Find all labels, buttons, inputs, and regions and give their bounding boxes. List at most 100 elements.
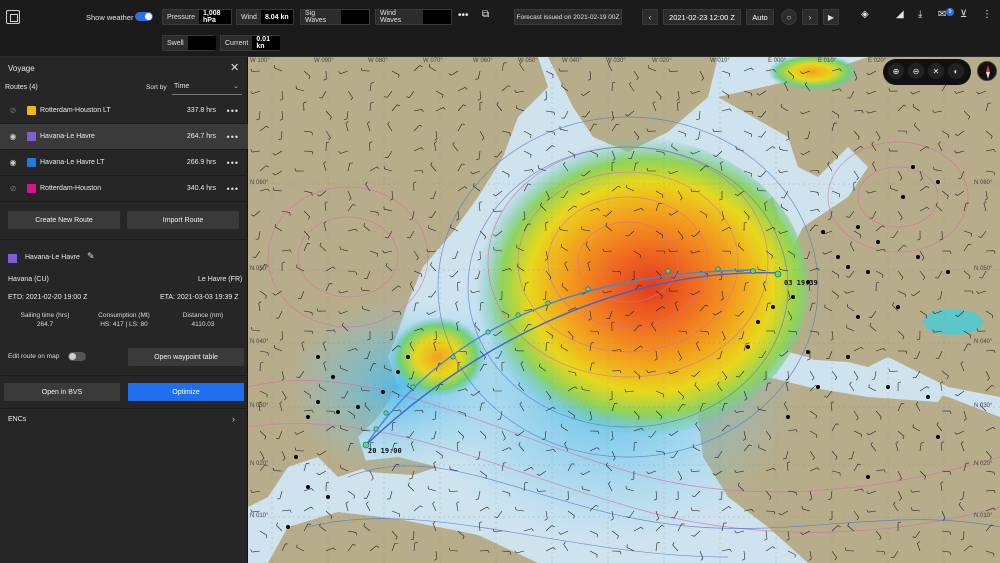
measure-icon[interactable]: ✕ bbox=[928, 63, 944, 79]
route-hours: 264.7 hrs bbox=[186, 133, 216, 140]
port-marker[interactable] bbox=[396, 370, 400, 374]
port-marker[interactable] bbox=[786, 415, 790, 419]
compass-icon[interactable] bbox=[977, 61, 997, 81]
port-marker[interactable] bbox=[901, 195, 905, 199]
more-horizontal-icon[interactable]: ••• bbox=[227, 158, 239, 168]
more-horizontal-icon[interactable]: ••• bbox=[227, 106, 239, 116]
sort-by-select[interactable]: Time ⌄ bbox=[172, 81, 242, 95]
prev-time-button[interactable]: ‹ bbox=[642, 9, 658, 25]
port-marker[interactable] bbox=[306, 485, 310, 489]
port-marker[interactable] bbox=[816, 385, 820, 389]
wind-waves-readout[interactable]: Wind Waves bbox=[375, 9, 452, 25]
port-marker[interactable] bbox=[756, 320, 760, 324]
weather-map[interactable]: 20 19:00 03 19:39 W 100° W 090° W 080° W… bbox=[248, 57, 1000, 563]
zoom-out-icon[interactable]: ⊖ bbox=[908, 63, 924, 79]
globe-icon[interactable]: ◐ bbox=[948, 63, 964, 79]
port-marker[interactable] bbox=[936, 180, 940, 184]
more-horizontal-icon[interactable]: ••• bbox=[458, 10, 469, 21]
swell-readout[interactable]: Swell bbox=[162, 35, 216, 51]
port-marker[interactable] bbox=[866, 270, 870, 274]
port-marker[interactable] bbox=[896, 305, 900, 309]
eye-icon[interactable]: ◉ bbox=[7, 132, 19, 141]
app-logo-icon[interactable] bbox=[6, 10, 20, 24]
chevron-right-icon[interactable]: › bbox=[232, 414, 235, 424]
port-marker[interactable] bbox=[771, 305, 775, 309]
port-marker[interactable] bbox=[316, 400, 320, 404]
eye-off-icon[interactable]: ⊘ bbox=[7, 106, 19, 115]
layers-icon[interactable]: ◈ bbox=[861, 9, 869, 20]
download-icon[interactable]: ⤓ bbox=[918, 9, 922, 20]
sig-waves-readout[interactable]: Sig Waves bbox=[300, 9, 370, 25]
chevron-right-icon: › bbox=[808, 12, 812, 22]
port-marker[interactable] bbox=[791, 295, 795, 299]
encs-section[interactable]: ENCs bbox=[8, 416, 26, 423]
cart-icon[interactable]: ⊻ bbox=[960, 9, 967, 20]
play-button[interactable]: ▶ bbox=[823, 9, 839, 25]
port-marker[interactable] bbox=[306, 415, 310, 419]
lat-label: N 040° bbox=[974, 339, 993, 345]
port-marker[interactable] bbox=[886, 385, 890, 389]
port-marker[interactable] bbox=[406, 355, 410, 359]
port-marker[interactable] bbox=[856, 225, 860, 229]
port-marker[interactable] bbox=[806, 350, 810, 354]
distance-value: 4110.03 bbox=[191, 321, 215, 328]
more-horizontal-icon[interactable]: ••• bbox=[227, 132, 239, 142]
optimize-button[interactable]: Optimize bbox=[128, 383, 244, 401]
lat-label: N 030° bbox=[250, 403, 269, 409]
swell-value bbox=[187, 36, 216, 50]
playback-mode-selector[interactable]: Auto bbox=[746, 9, 774, 25]
port-marker[interactable] bbox=[821, 230, 825, 234]
edit-route-toggle[interactable] bbox=[68, 352, 86, 361]
import-route-button[interactable]: Import Route bbox=[127, 211, 239, 229]
port-marker[interactable] bbox=[331, 375, 335, 379]
port-marker[interactable] bbox=[286, 525, 290, 529]
create-route-button[interactable]: Create New Route bbox=[8, 211, 120, 229]
eye-off-icon[interactable]: ⊘ bbox=[7, 184, 19, 193]
port-marker[interactable] bbox=[381, 390, 385, 394]
pressure-value: 1,008 hPa bbox=[199, 10, 231, 24]
port-marker[interactable] bbox=[316, 355, 320, 359]
map-canvas[interactable] bbox=[248, 57, 1000, 563]
pressure-readout[interactable]: Pressure 1,008 hPa bbox=[162, 9, 232, 25]
forecast-date-selector[interactable]: 2021-02-23 12:00 Z bbox=[663, 9, 741, 25]
zoom-in-icon[interactable]: ⊕ bbox=[888, 63, 904, 79]
signal-icon[interactable]: ◢ bbox=[896, 9, 904, 20]
port-marker[interactable] bbox=[846, 355, 850, 359]
port-marker[interactable] bbox=[876, 240, 880, 244]
stop-button[interactable]: ○ bbox=[781, 9, 797, 25]
screen-capture-icon[interactable]: ⧉ bbox=[482, 9, 489, 20]
port-marker[interactable] bbox=[846, 265, 850, 269]
open-waypoint-table-button[interactable]: Open waypoint table bbox=[128, 348, 244, 366]
port-marker[interactable] bbox=[326, 495, 330, 499]
port-marker[interactable] bbox=[926, 395, 930, 399]
route-row[interactable]: ⊘ Rotterdam-Houston LT 337.8 hrs ••• bbox=[0, 98, 248, 124]
port-marker[interactable] bbox=[856, 315, 860, 319]
more-vertical-icon[interactable]: ⋮ bbox=[982, 9, 992, 20]
pencil-icon[interactable]: ✎ bbox=[87, 251, 95, 262]
close-icon[interactable]: ✕ bbox=[230, 61, 239, 74]
port-marker[interactable] bbox=[746, 345, 750, 349]
wind-readout[interactable]: Wind 8.04 kn bbox=[236, 9, 294, 25]
eye-icon[interactable]: ◉ bbox=[7, 158, 19, 167]
open-in-bvs-button[interactable]: Open in BVS bbox=[4, 383, 120, 401]
divider bbox=[0, 239, 248, 240]
more-horizontal-icon[interactable]: ••• bbox=[227, 184, 239, 194]
port-marker[interactable] bbox=[294, 455, 298, 459]
show-weather-toggle[interactable] bbox=[135, 12, 153, 21]
route-row[interactable]: ◉ Havana-Le Havre 264.7 hrs ••• bbox=[0, 124, 248, 150]
route-row[interactable]: ⊘ Rotterdam-Houston 340.4 hrs ••• bbox=[0, 176, 248, 202]
current-readout[interactable]: Current 0.01 kn bbox=[220, 35, 281, 51]
black-sea bbox=[923, 309, 983, 335]
port-marker[interactable] bbox=[916, 255, 920, 259]
port-marker[interactable] bbox=[936, 435, 940, 439]
lon-label: W 030° bbox=[606, 58, 626, 64]
port-marker[interactable] bbox=[946, 270, 950, 274]
panel-title: Voyage bbox=[8, 64, 35, 73]
port-marker[interactable] bbox=[911, 165, 915, 169]
port-marker[interactable] bbox=[356, 405, 360, 409]
route-row[interactable]: ◉ Havana-Le Havre LT 266.9 hrs ••• bbox=[0, 150, 248, 176]
port-marker[interactable] bbox=[836, 255, 840, 259]
port-marker[interactable] bbox=[866, 475, 870, 479]
port-marker[interactable] bbox=[336, 410, 340, 414]
next-time-button[interactable]: › bbox=[802, 9, 818, 25]
